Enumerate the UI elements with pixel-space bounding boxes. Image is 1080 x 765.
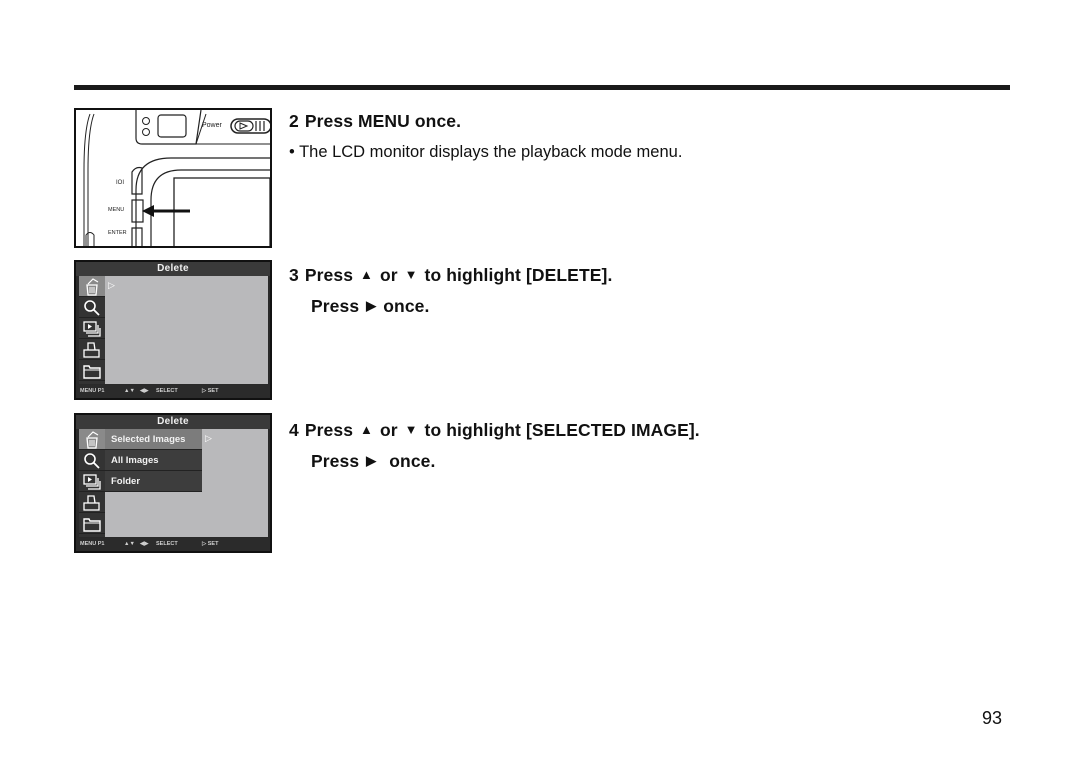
lcd-delete-submenu: Delete ▷ Selected Images All Images Fold… xyxy=(74,413,272,553)
lcd-content-area: ▷ xyxy=(105,276,268,384)
status-select: SELECT xyxy=(156,541,178,547)
step-2-bullet: • The LCD monitor displays the playback … xyxy=(289,143,683,161)
status-updown: ▲▼ xyxy=(124,541,135,547)
down-arrow-icon: ▼ xyxy=(404,422,418,437)
folder-icon xyxy=(79,513,105,534)
lcd-icon-column xyxy=(79,276,105,384)
status-set: ▷ SET xyxy=(202,388,219,394)
step-4-line-2: Press ▶ once. xyxy=(311,451,435,472)
status-menu: MENU P1 xyxy=(80,541,105,547)
step-text: Press MENU once. xyxy=(304,111,462,131)
step-2-heading: 2 Press MENU once. xyxy=(289,111,461,132)
slideshow-icon xyxy=(79,318,105,339)
cursor-arrow-icon: ▷ xyxy=(108,280,115,290)
step-3-line-1: 3 Press ▲ or ▼ to highlight [DELETE]. xyxy=(289,265,612,286)
delete-icon xyxy=(79,276,105,297)
submenu-item-all-images: All Images xyxy=(105,450,202,471)
camera-line-art xyxy=(83,110,270,246)
status-set: ▷ SET xyxy=(202,541,219,547)
display-button-label: IOI xyxy=(116,180,125,186)
print-icon xyxy=(79,339,105,360)
step-text: Press xyxy=(311,296,360,316)
status-select: SELECT xyxy=(156,388,178,394)
step-text: Press xyxy=(304,420,354,440)
step-text: Press xyxy=(311,451,360,471)
slideshow-icon xyxy=(79,471,105,492)
lcd-status-bar: MENU P1 ▲▼ ◀▶ SELECT ▷ SET xyxy=(76,385,270,398)
power-label: Power xyxy=(202,122,222,129)
status-updown: ▲▼ xyxy=(124,388,135,394)
lcd-icon-column xyxy=(79,429,105,537)
cursor-arrow-icon: ▷ xyxy=(205,433,212,443)
menu-button-label: MENU xyxy=(108,207,125,213)
submenu-item-selected-images: Selected Images xyxy=(105,429,202,450)
right-arrow-icon: ▶ xyxy=(366,453,377,468)
camera-illustration: Power IOI MENU ENTER xyxy=(74,108,272,248)
status-leftright: ◀▶ xyxy=(140,388,149,394)
page-number: 93 xyxy=(982,708,1003,728)
step-text: once. xyxy=(383,296,430,316)
magnify-icon xyxy=(79,450,105,471)
lcd-title: Delete xyxy=(76,262,270,276)
step-number: 4 xyxy=(289,420,299,440)
folder-icon xyxy=(79,360,105,381)
status-leftright: ◀▶ xyxy=(140,541,149,547)
right-arrow-icon: ▶ xyxy=(366,298,377,313)
step-3-line-2: Press ▶ once. xyxy=(311,296,429,317)
step-text: Press xyxy=(304,265,354,285)
step-text: to highlight [DELETE]. xyxy=(424,265,613,285)
print-icon xyxy=(79,492,105,513)
lcd-title: Delete xyxy=(76,415,270,429)
step-text: once. xyxy=(389,451,436,471)
step-text: or xyxy=(379,420,398,440)
delete-icon xyxy=(79,429,105,450)
up-arrow-icon: ▲ xyxy=(360,422,373,437)
up-arrow-icon: ▲ xyxy=(360,267,373,282)
status-menu: MENU P1 xyxy=(80,388,105,394)
step-number: 2 xyxy=(289,111,299,131)
step-number: 3 xyxy=(289,265,299,285)
step-4-line-1: 4 Press ▲ or ▼ to highlight [SELECTED IMA… xyxy=(289,420,700,441)
top-rule xyxy=(74,85,1010,90)
enter-button-label: ENTER xyxy=(108,230,127,236)
step-text: to highlight [SELECTED IMAGE]. xyxy=(424,420,700,440)
lcd-status-bar: MENU P1 ▲▼ ◀▶ SELECT ▷ SET xyxy=(76,538,270,551)
down-arrow-icon: ▼ xyxy=(404,267,418,282)
lcd-delete-menu: Delete ▷ MENU P1 ▲▼ ◀▶ SELECT ▷ SET xyxy=(74,260,272,400)
delete-submenu: Selected Images All Images Folder xyxy=(105,429,202,492)
magnify-icon xyxy=(79,297,105,318)
step-text: or xyxy=(379,265,398,285)
submenu-item-folder: Folder xyxy=(105,471,202,492)
